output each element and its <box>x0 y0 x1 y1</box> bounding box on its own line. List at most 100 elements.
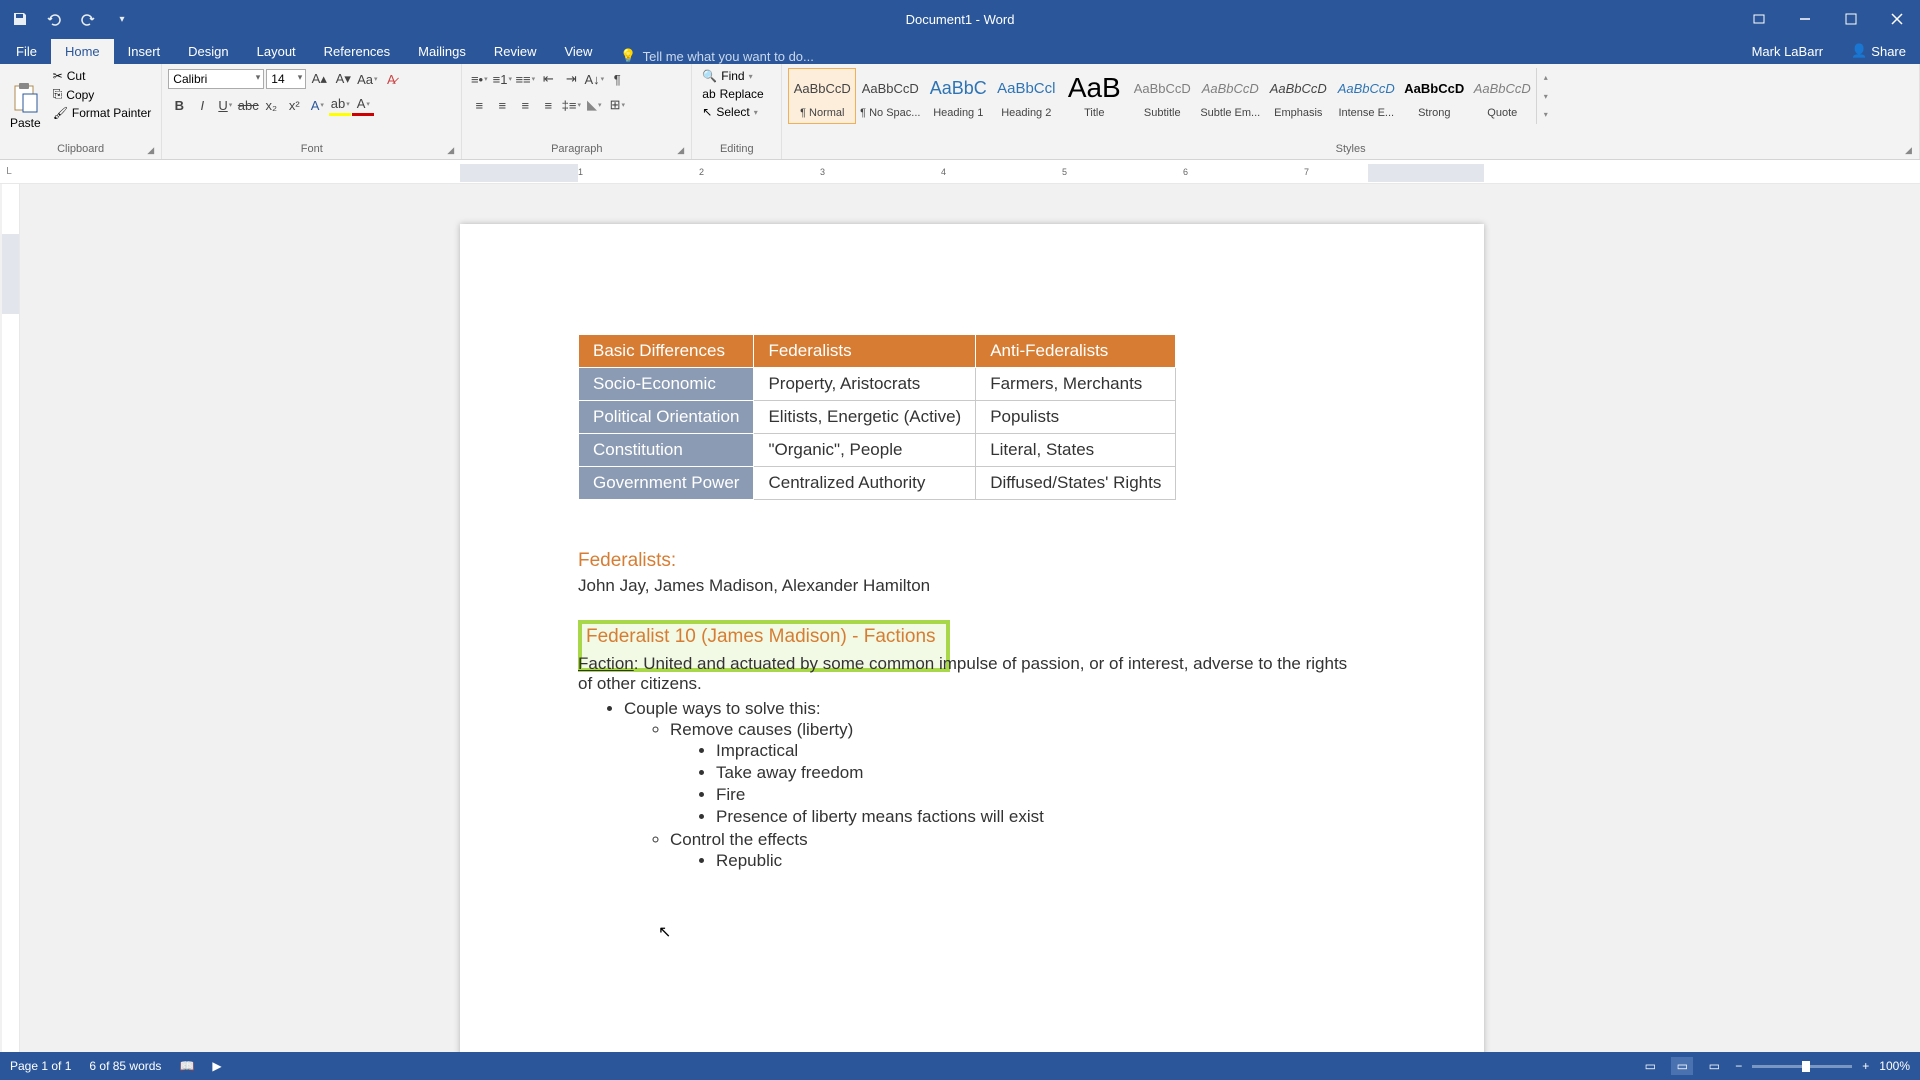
tell-me-placeholder: Tell me what you want to do... <box>643 49 814 64</box>
styles-group-label: Styles <box>788 143 1913 157</box>
clear-formatting-icon[interactable]: A̷ <box>380 68 402 90</box>
style-label: ¶ Normal <box>800 107 844 119</box>
tab-review[interactable]: Review <box>480 39 551 64</box>
justify-icon[interactable]: ≡ <box>537 94 559 116</box>
show-marks-icon[interactable]: ¶ <box>606 68 628 90</box>
tab-design[interactable]: Design <box>174 39 242 64</box>
account-name[interactable]: Mark LaBarr <box>1738 39 1838 64</box>
style-intense-e-[interactable]: AaBbCcDIntense E... <box>1332 68 1400 124</box>
ribbon-tabs: File Home Insert Design Layout Reference… <box>0 38 1920 64</box>
sort-icon[interactable]: A↓ <box>583 68 605 90</box>
font-size-combo[interactable]: 14 <box>266 69 306 89</box>
zoom-out-icon[interactable]: − <box>1735 1059 1742 1073</box>
style-heading-2[interactable]: AaBbCclHeading 2 <box>992 68 1060 124</box>
share-button[interactable]: 👤 Share <box>1837 38 1920 64</box>
shading-icon[interactable]: ◣ <box>583 94 605 116</box>
borders-icon[interactable]: ⊞ <box>606 94 628 116</box>
ribbon-display-icon[interactable] <box>1736 0 1782 38</box>
style--no-spac-[interactable]: AaBbCcD¶ No Spac... <box>856 68 924 124</box>
line-spacing-icon[interactable]: ‡≡ <box>560 94 582 116</box>
cut-button[interactable]: ✂Cut <box>49 68 156 84</box>
paste-button[interactable]: Paste <box>6 68 45 143</box>
style-strong[interactable]: AaBbCcDStrong <box>1400 68 1468 124</box>
align-center-icon[interactable]: ≡ <box>491 94 513 116</box>
shrink-font-icon[interactable]: A▾ <box>332 68 354 90</box>
page-indicator[interactable]: Page 1 of 1 <box>10 1059 71 1073</box>
redo-icon[interactable] <box>76 7 100 31</box>
close-icon[interactable] <box>1874 0 1920 38</box>
multilevel-icon[interactable]: ≡≡ <box>514 68 536 90</box>
tab-mailings[interactable]: Mailings <box>404 39 480 64</box>
align-left-icon[interactable]: ≡ <box>468 94 490 116</box>
vertical-scrollbar[interactable] <box>1902 184 1920 1052</box>
zoom-in-icon[interactable]: + <box>1862 1059 1869 1073</box>
zoom-level[interactable]: 100% <box>1879 1059 1910 1073</box>
save-icon[interactable] <box>8 7 32 31</box>
vertical-ruler[interactable] <box>2 184 20 1052</box>
tab-home[interactable]: Home <box>51 39 114 64</box>
list-item: Take away freedom <box>716 762 1366 784</box>
web-layout-icon[interactable]: ▭ <box>1703 1057 1725 1075</box>
bullets-icon[interactable]: ≡• <box>468 68 490 90</box>
select-button[interactable]: ↖Select▾ <box>698 104 775 120</box>
styles-more-button[interactable]: ▴▾▾ <box>1536 68 1554 124</box>
table-cell: Literal, States <box>976 434 1176 467</box>
text-effects-icon[interactable]: A <box>306 94 328 116</box>
document-page[interactable]: Basic DifferencesFederalistsAnti-Federal… <box>460 224 1484 1052</box>
style-subtitle[interactable]: AaBbCcDSubtitle <box>1128 68 1196 124</box>
bold-icon[interactable]: B <box>168 94 190 116</box>
qat-customize-icon[interactable]: ▾ <box>110 7 134 31</box>
list-item: Republic <box>716 850 1366 872</box>
undo-icon[interactable] <box>42 7 66 31</box>
macro-icon[interactable]: ▶ <box>212 1059 221 1073</box>
copy-button[interactable]: ⎘Copy <box>49 86 156 103</box>
format-painter-button[interactable]: 🖌Format Painter <box>49 105 156 121</box>
underline-icon[interactable]: U <box>214 94 236 116</box>
style-subtle-em-[interactable]: AaBbCcDSubtle Em... <box>1196 68 1264 124</box>
share-icon: 👤 <box>1851 43 1867 59</box>
horizontal-ruler[interactable]: 1234567 <box>460 164 1484 182</box>
numbering-icon[interactable]: ≡1 <box>491 68 513 90</box>
italic-icon[interactable]: I <box>191 94 213 116</box>
change-case-icon[interactable]: Aa <box>356 68 378 90</box>
decrease-indent-icon[interactable]: ⇤ <box>537 68 559 90</box>
style-emphasis[interactable]: AaBbCcDEmphasis <box>1264 68 1332 124</box>
highlight-icon[interactable]: ab <box>329 94 351 116</box>
tell-me-search[interactable]: 💡 Tell me what you want to do... <box>606 48 1737 64</box>
replace-button[interactable]: abReplace <box>698 86 775 102</box>
clipboard-launcher-icon[interactable]: ◢ <box>147 145 159 157</box>
spellcheck-icon[interactable]: 📖 <box>179 1059 194 1073</box>
subscript-icon[interactable]: x₂ <box>260 94 282 116</box>
tab-view[interactable]: View <box>550 39 606 64</box>
font-color-icon[interactable]: A <box>352 94 374 116</box>
style--normal[interactable]: AaBbCcD¶ Normal <box>788 68 856 124</box>
read-mode-icon[interactable]: ▭ <box>1639 1057 1661 1075</box>
minimize-icon[interactable] <box>1782 0 1828 38</box>
font-name-combo[interactable]: Calibri <box>168 69 264 89</box>
style-title[interactable]: AaBTitle <box>1060 68 1128 124</box>
styles-launcher-icon[interactable]: ◢ <box>1905 145 1917 157</box>
style-label: Heading 1 <box>933 107 983 119</box>
strikethrough-icon[interactable]: abc <box>237 94 259 116</box>
superscript-icon[interactable]: x² <box>283 94 305 116</box>
tab-layout[interactable]: Layout <box>243 39 310 64</box>
tab-insert[interactable]: Insert <box>114 39 175 64</box>
table-cell: Farmers, Merchants <box>976 368 1176 401</box>
align-right-icon[interactable]: ≡ <box>514 94 536 116</box>
tab-references[interactable]: References <box>310 39 404 64</box>
table-header: Basic Differences <box>579 335 754 368</box>
word-count[interactable]: 6 of 85 words <box>89 1059 161 1073</box>
find-button[interactable]: 🔍Find▾ <box>698 68 775 84</box>
print-layout-icon[interactable]: ▭ <box>1671 1057 1693 1075</box>
font-launcher-icon[interactable]: ◢ <box>447 145 459 157</box>
tab-selector[interactable]: L <box>0 160 18 183</box>
increase-indent-icon[interactable]: ⇥ <box>560 68 582 90</box>
style-label: Heading 2 <box>1001 107 1051 119</box>
grow-font-icon[interactable]: A▴ <box>308 68 330 90</box>
tab-file[interactable]: File <box>2 39 51 64</box>
zoom-slider[interactable] <box>1752 1065 1852 1068</box>
style-quote[interactable]: AaBbCcDQuote <box>1468 68 1536 124</box>
paragraph-launcher-icon[interactable]: ◢ <box>677 145 689 157</box>
maximize-icon[interactable] <box>1828 0 1874 38</box>
style-heading-1[interactable]: AaBbCHeading 1 <box>924 68 992 124</box>
